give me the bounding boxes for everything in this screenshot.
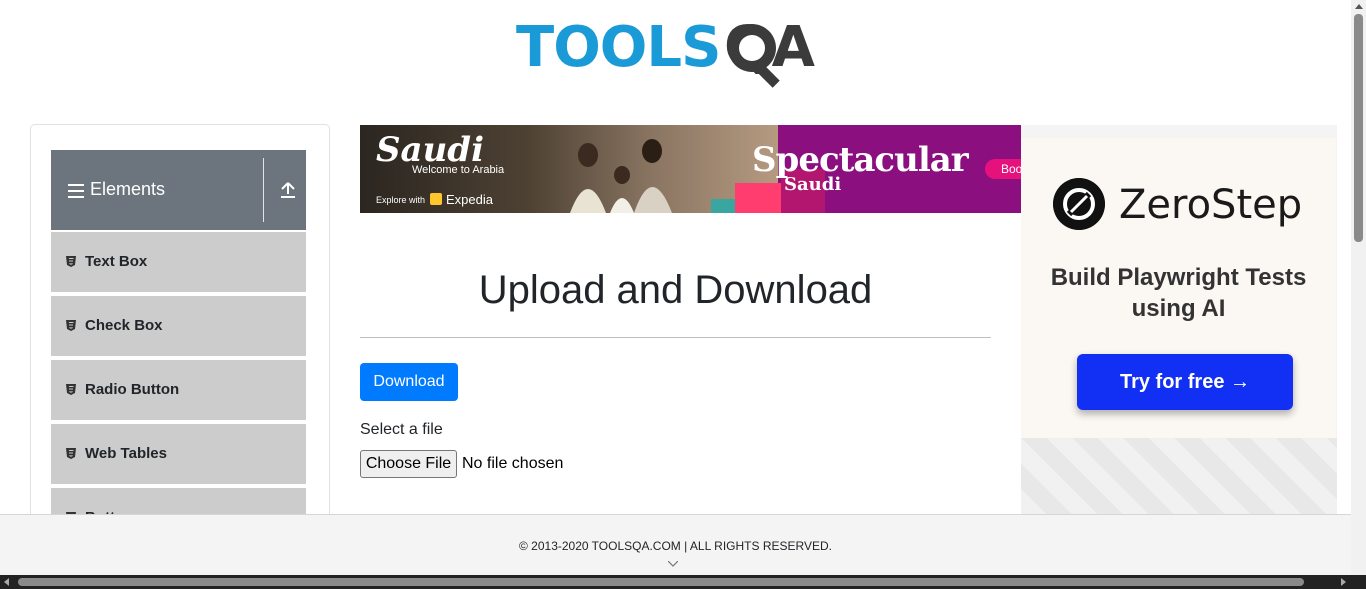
sidebar-item-label: Web Tables bbox=[85, 445, 167, 462]
html5-icon bbox=[66, 256, 76, 267]
page-title: Upload and Download bbox=[478, 268, 873, 312]
footer-copyright: © 2013-2020 TOOLSQA.COM | ALL RIGHTS RES… bbox=[519, 539, 832, 553]
banner-pattern bbox=[735, 183, 781, 213]
title-divider bbox=[360, 337, 991, 338]
horizontal-scroll-thumb[interactable] bbox=[18, 578, 1304, 586]
sidebar-item-check-box[interactable]: Check Box bbox=[51, 294, 306, 356]
html5-icon bbox=[66, 448, 76, 459]
sidebar-item-label: Check Box bbox=[85, 317, 163, 334]
sidebar-item-web-tables[interactable]: Web Tables bbox=[51, 422, 306, 484]
chevron-down-icon[interactable] bbox=[668, 561, 678, 567]
vertical-scrollbar[interactable] bbox=[1351, 0, 1366, 575]
scroll-right-arrow-icon[interactable] bbox=[1341, 578, 1346, 586]
try-for-free-button[interactable]: Try for free → bbox=[1077, 354, 1293, 410]
sidebar-item-radio-button[interactable]: Radio Button bbox=[51, 358, 306, 420]
zerostep-brand: ZeroStep bbox=[1119, 182, 1303, 228]
choose-file-button[interactable]: Choose File bbox=[360, 450, 457, 478]
banner-ad[interactable]: Saudi Welcome to Arabia Explore with Exp… bbox=[360, 125, 1021, 213]
banner-pattern bbox=[711, 199, 735, 213]
scroll-up-arrow-icon[interactable] bbox=[1355, 4, 1363, 9]
header-divider bbox=[263, 158, 264, 222]
scroll-left-arrow-icon[interactable] bbox=[4, 578, 9, 586]
no-file-chosen-text: No file chosen bbox=[462, 455, 564, 472]
expedia-text: Expedia bbox=[446, 192, 493, 207]
sidebar-item-label: Text Box bbox=[85, 253, 148, 270]
zerostep-tagline: Build Playwright Tests using AI bbox=[1050, 264, 1307, 322]
download-button[interactable]: Download bbox=[360, 363, 458, 401]
select-file-label: Select a file bbox=[360, 421, 443, 438]
sidebar: Elements Text Box Check Box Radio Button… bbox=[30, 124, 330, 546]
vertical-scroll-thumb[interactable] bbox=[1354, 14, 1363, 242]
collapse-upload-icon[interactable] bbox=[279, 180, 297, 200]
site-logo[interactable]: TOOLS QA bbox=[516, 16, 840, 90]
zerostep-logo-icon bbox=[1053, 178, 1105, 230]
banner-headline: Spectacular bbox=[752, 140, 969, 180]
expedia-logo-icon bbox=[430, 193, 442, 205]
html5-icon bbox=[66, 384, 76, 395]
saudi-logo-text: Saudi bbox=[376, 130, 484, 170]
sidebar-item-label: Radio Button bbox=[85, 381, 180, 398]
horizontal-scrollbar[interactable] bbox=[0, 575, 1366, 589]
welcome-text: Welcome to Arabia bbox=[412, 164, 505, 176]
html5-icon bbox=[66, 320, 76, 331]
logo-text-tools: TOOLS bbox=[516, 15, 721, 80]
people-photo bbox=[570, 139, 672, 213]
banner-book-button[interactable]: Boo bbox=[985, 159, 1021, 179]
zerostep-ad[interactable]: ZeroStep Build Playwright Tests using AI… bbox=[1021, 138, 1336, 438]
elements-group-header[interactable]: Elements bbox=[51, 150, 306, 230]
hamburger-icon bbox=[68, 184, 84, 198]
explore-text: Explore with bbox=[376, 195, 426, 205]
right-ad-pattern bbox=[1021, 438, 1337, 514]
group-title: Elements bbox=[90, 179, 166, 199]
banner-subhead: Saudi bbox=[784, 174, 842, 195]
sidebar-item-text-box[interactable]: Text Box bbox=[51, 230, 306, 292]
gear-magnifier-icon bbox=[728, 24, 780, 88]
footer: © 2013-2020 TOOLSQA.COM | ALL RIGHTS RES… bbox=[0, 514, 1351, 576]
